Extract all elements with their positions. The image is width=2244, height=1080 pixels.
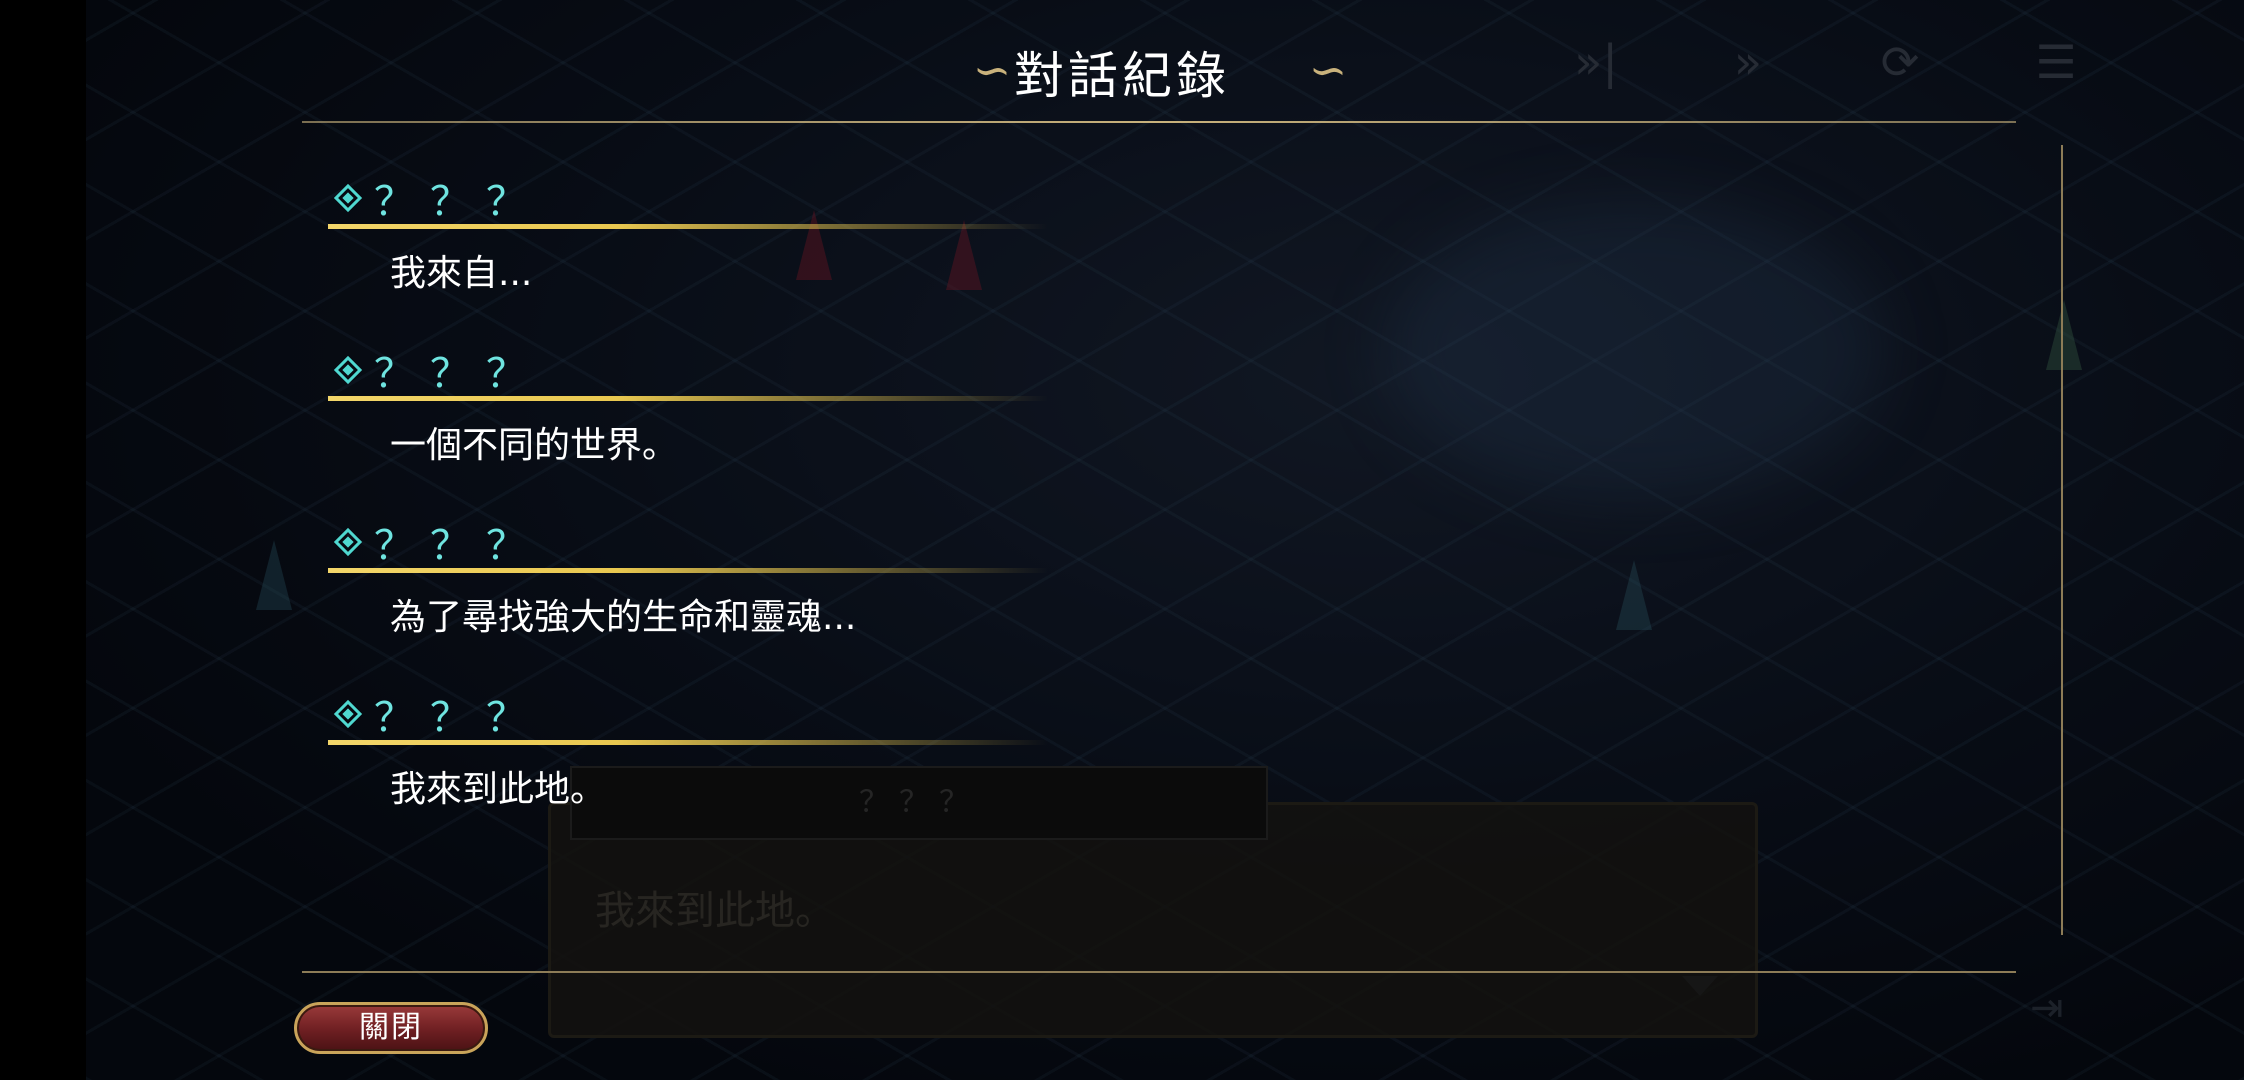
header-divider <box>302 121 2016 123</box>
speaker-underline <box>328 740 1048 745</box>
diamond-bullet-icon <box>333 527 363 557</box>
close-button-label: 關閉 <box>359 1010 423 1045</box>
speaker-name: ？？？ <box>374 179 542 225</box>
log-title: 對話紀錄 <box>1014 47 1230 105</box>
log-header: 對話紀錄 <box>0 36 2244 116</box>
footer-divider <box>302 971 2016 973</box>
diamond-bullet-icon <box>333 183 363 213</box>
log-entry-speaker: ？？？ <box>328 344 542 397</box>
speaker-name: ？？？ <box>374 351 542 397</box>
speaker-underline <box>328 396 1048 401</box>
log-entry: ？？？ 為了尋找強大的生命和靈魂... <box>328 516 1228 688</box>
log-entry-speaker: ？？？ <box>328 172 542 225</box>
log-entry-text: 我來自... <box>390 253 533 294</box>
log-entry-text: 一個不同的世界。 <box>390 425 679 466</box>
speaker-underline <box>328 224 1048 229</box>
log-entry-speaker: ？？？ <box>328 688 542 741</box>
speaker-underline <box>328 568 1048 573</box>
diamond-bullet-icon <box>333 699 363 729</box>
close-button[interactable]: 關閉 <box>294 1002 488 1054</box>
log-entry-list[interactable]: ？？？ 我來自... ？？？ 一個不同的世界。 ？？？ 為了尋找強大的生命和靈魂… <box>328 172 1228 860</box>
speaker-name: ？？？ <box>374 523 542 569</box>
log-entry-speaker: ？？？ <box>328 516 542 569</box>
log-entry: ？？？ 我來到此地。 <box>328 688 1228 860</box>
log-entry: ？？？ 我來自... <box>328 172 1228 344</box>
log-entry-text: 為了尋找強大的生命和靈魂... <box>390 597 857 638</box>
diamond-bullet-icon <box>333 355 363 385</box>
speaker-name: ？？？ <box>374 695 542 741</box>
log-scrollbar[interactable] <box>2061 145 2063 935</box>
log-entry: ？？？ 一個不同的世界。 <box>328 344 1228 516</box>
log-entry-text: 我來到此地。 <box>390 769 607 810</box>
